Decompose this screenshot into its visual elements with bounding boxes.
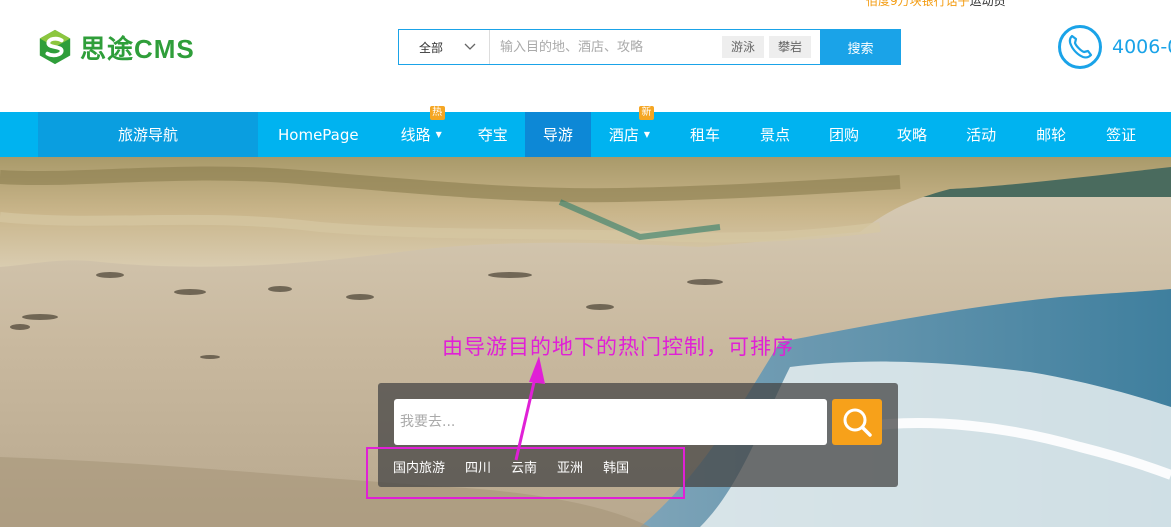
- top-notice-highlight[interactable]: 佰度9万块银行话子: [866, 0, 970, 8]
- nav-item-label: HomePage: [278, 125, 359, 144]
- annotation-highlight-box: [366, 447, 685, 499]
- header-search: 全部 游泳 攀岩 搜索: [398, 29, 901, 65]
- top-notice: 佰度9万块银行话子运动员: [866, 0, 1006, 9]
- phone-icon: [1058, 25, 1102, 69]
- nav-item-cruise[interactable]: 邮轮: [1016, 112, 1086, 157]
- nav-item-label: 邮轮: [1036, 126, 1067, 144]
- search-input[interactable]: [490, 30, 722, 64]
- nav-item-routes[interactable]: 线路 ▼ 热: [379, 106, 464, 157]
- nav-item-label: 导游: [542, 126, 573, 144]
- nav-item-label: 活动: [966, 126, 997, 144]
- nav-item-strategy[interactable]: 攻略: [878, 112, 946, 157]
- caret-down-icon: ▼: [435, 130, 442, 139]
- nav-item-label: 线路: [400, 126, 431, 144]
- site-header: 佰度9万块银行话子运动员 思途CMS 全部 游泳 攀岩 搜索: [0, 0, 1171, 112]
- search-category-select[interactable]: 全部: [399, 30, 490, 64]
- logo-text: 思途CMS: [80, 33, 195, 64]
- search-tag[interactable]: 攀岩: [769, 36, 812, 58]
- nav-item-attractions[interactable]: 景点: [740, 112, 810, 157]
- nav-item-label: 团购: [829, 126, 860, 144]
- nav-item-label: 签证: [1106, 126, 1137, 144]
- nav-item-hotel[interactable]: 酒店 ▼ 新: [591, 106, 670, 157]
- nav-item-car-rental[interactable]: 租车: [670, 112, 740, 157]
- search-button[interactable]: 搜索: [820, 29, 901, 65]
- caret-down-icon: ▼: [643, 130, 650, 139]
- search-tag[interactable]: 游泳: [722, 36, 765, 58]
- nav-item-label: 攻略: [897, 126, 928, 144]
- annotation-text: 由导游目的地下的热门控制，可排序: [442, 335, 794, 359]
- hot-badge: 热: [429, 106, 445, 120]
- search-category-label: 全部: [419, 40, 444, 55]
- new-badge: 新: [638, 106, 654, 120]
- hotline-number: 4006-0: [1112, 36, 1171, 58]
- nav-item-homepage[interactable]: HomePage: [258, 112, 379, 157]
- nav-item-label: 酒店: [608, 126, 639, 144]
- destination-search-input[interactable]: [394, 399, 827, 445]
- nav-item-group-buy[interactable]: 团购: [810, 112, 878, 157]
- main-nav: 旅游导航 HomePage 线路 ▼ 热 夺宝 导游 酒店 ▼ 新 租车 景点 团购…: [0, 106, 1171, 157]
- top-notice-text: 运动员: [969, 0, 1006, 8]
- logo-icon: [39, 29, 71, 65]
- page: 佰度9万块银行话子运动员 思途CMS 全部 游泳 攀岩 搜索: [0, 0, 1171, 527]
- destination-search-button[interactable]: [832, 399, 882, 445]
- site-logo[interactable]: 思途CMS: [36, 28, 195, 66]
- nav-item-label: 夺宝: [477, 126, 508, 144]
- nav-item-guide[interactable]: 导游: [524, 112, 591, 157]
- nav-items: HomePage 线路 ▼ 热 夺宝 导游 酒店 ▼ 新 租车 景点 团购 攻略 活…: [258, 106, 1156, 157]
- nav-item-label: 租车: [690, 126, 721, 144]
- search-icon: [843, 408, 872, 437]
- nav-item-treasure[interactable]: 夺宝: [464, 112, 525, 157]
- nav-item-visa[interactable]: 签证: [1086, 112, 1156, 157]
- chevron-down-icon: [464, 43, 476, 50]
- hotline: 4006-0: [1057, 24, 1171, 70]
- nav-item-label: 景点: [760, 126, 791, 144]
- nav-item-activities[interactable]: 活动: [946, 112, 1016, 157]
- nav-travel-guide[interactable]: 旅游导航: [38, 112, 258, 157]
